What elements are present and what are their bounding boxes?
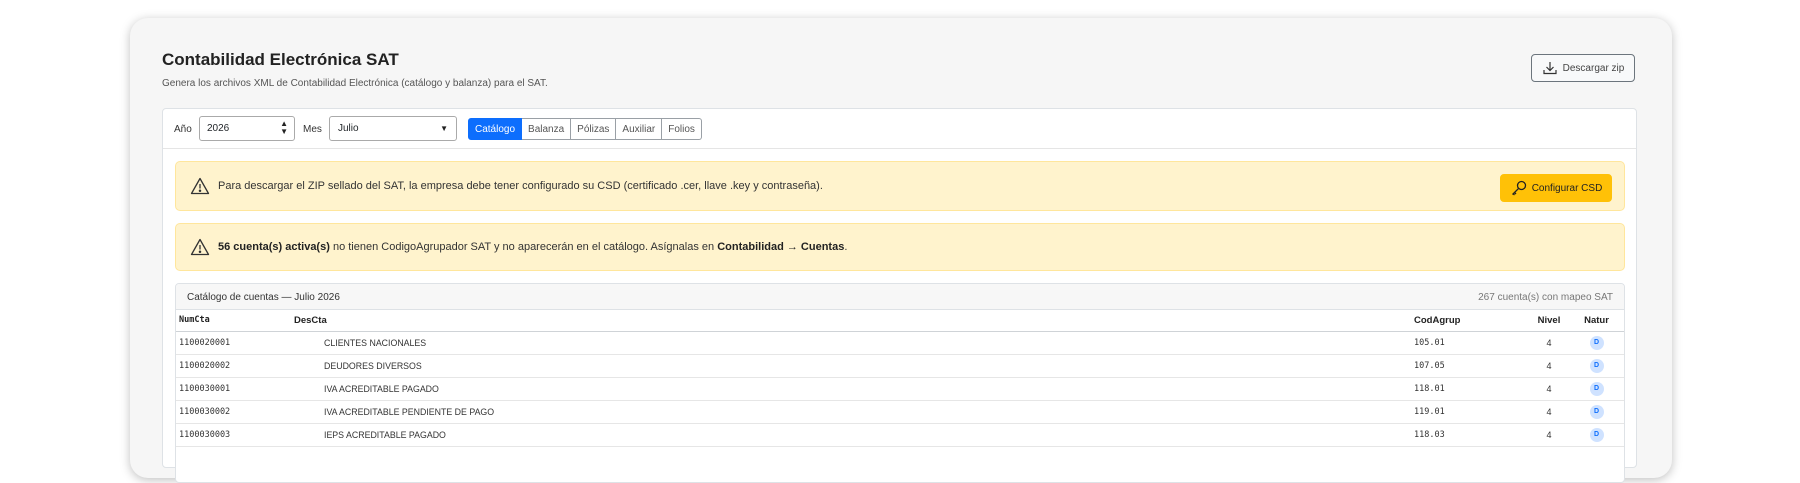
cell-nivel: 4 (1529, 400, 1569, 424)
natur-badge: D (1589, 404, 1604, 419)
cell-numcta: 1100020002 (176, 354, 294, 378)
download-zip-label: Descargar zip (1562, 62, 1625, 74)
month-value: Julio (338, 123, 359, 134)
filter-toolbar: Año 2026 ▲ ▼ Mes Julio ▼ Catálogo Balanz… (163, 109, 1636, 149)
cell-codagrup: 119.01 (1414, 400, 1529, 424)
cell-natur: D (1569, 331, 1624, 355)
accounts-warning-alert: 56 cuenta(s) activa(s) no tienen CodigoA… (175, 223, 1625, 271)
download-zip-button[interactable]: Descargar zip (1531, 54, 1635, 82)
csd-warning-text: Para descargar el ZIP sellado del SAT, l… (218, 180, 823, 192)
warning-icon (190, 238, 210, 256)
catalog-header: Catálogo de cuentas — Julio 2026 267 cue… (176, 284, 1624, 310)
year-value: 2026 (207, 123, 230, 134)
spin-down-icon[interactable]: ▼ (280, 128, 288, 136)
catalog-card: Catálogo de cuentas — Julio 2026 267 cue… (175, 283, 1625, 483)
tab-balanza[interactable]: Balanza (522, 118, 572, 140)
cell-nivel: 4 (1529, 423, 1569, 447)
year-input[interactable]: 2026 ▲ ▼ (199, 116, 295, 141)
cell-natur: D (1569, 423, 1624, 447)
natur-badge: D (1589, 381, 1604, 396)
cell-numcta: 1100020001 (176, 331, 294, 355)
configure-csd-label: Configurar CSD (1531, 182, 1603, 194)
cell-descta: IEPS ACREDITABLE PAGADO (294, 423, 1414, 447)
accounts-end: . (844, 241, 848, 253)
table-row[interactable]: 1100030002 IVA ACREDITABLE PENDIENTE DE … (176, 400, 1624, 424)
accounts-path: Contabilidad → Cuentas (717, 241, 845, 253)
col-codagrup[interactable]: CodAgrup (1414, 310, 1529, 332)
col-nivel[interactable]: Nivel (1529, 310, 1569, 332)
cell-natur: D (1569, 354, 1624, 378)
cell-codagrup: 118.01 (1414, 377, 1529, 401)
cell-numcta: 1100030001 (176, 377, 294, 401)
year-spinner[interactable]: ▲ ▼ (280, 120, 288, 136)
cell-codagrup: 107.05 (1414, 354, 1529, 378)
cell-codagrup: 105.01 (1414, 331, 1529, 355)
table-row[interactable]: 1100020001 CLIENTES NACIONALES 105.01 4 … (176, 331, 1624, 355)
cell-numcta: 1100030003 (176, 423, 294, 447)
tab-catalogo[interactable]: Catálogo (468, 118, 523, 140)
cell-nivel: 4 (1529, 377, 1569, 401)
cell-descta: IVA ACREDITABLE PENDIENTE DE PAGO (294, 400, 1414, 424)
chevron-down-icon: ▼ (440, 124, 448, 133)
key-icon (1511, 180, 1526, 196)
catalog-table: NumCta DesCta CodAgrup Nivel Natur 11000… (176, 310, 1624, 447)
cell-descta: DEUDORES DIVERSOS (294, 354, 1414, 378)
cell-descta: CLIENTES NACIONALES (294, 331, 1414, 355)
tab-folios[interactable]: Folios (662, 118, 702, 140)
col-natur[interactable]: Natur (1569, 310, 1624, 332)
accounts-message: no tienen CodigoAgrupador SAT y no apare… (329, 241, 718, 253)
cell-natur: D (1569, 377, 1624, 401)
cell-natur: D (1569, 400, 1624, 424)
month-label: Mes (303, 124, 322, 135)
page-title: Contabilidad Electrónica SAT (162, 50, 399, 69)
catalog-count: 267 cuenta(s) con mapeo SAT (1478, 292, 1613, 303)
accounts-count: 56 cuenta(s) activa(s) (218, 241, 330, 253)
cell-nivel: 4 (1529, 354, 1569, 378)
warning-icon (190, 177, 210, 195)
table-row[interactable]: 1100030003 IEPS ACREDITABLE PAGADO 118.0… (176, 423, 1624, 447)
year-label: Año (174, 124, 192, 135)
accounts-warning-text: 56 cuenta(s) activa(s) no tienen CodigoA… (218, 241, 847, 253)
cell-nivel: 4 (1529, 331, 1569, 355)
cell-codagrup: 118.03 (1414, 423, 1529, 447)
tab-polizas[interactable]: Pólizas (571, 118, 617, 140)
table-row[interactable]: 1100020002 DEUDORES DIVERSOS 107.05 4 D (176, 354, 1624, 378)
tab-auxiliar[interactable]: Auxiliar (616, 118, 663, 140)
download-icon (1543, 62, 1557, 75)
col-numcta[interactable]: NumCta (176, 310, 294, 332)
catalog-title: Catálogo de cuentas — Julio 2026 (187, 292, 340, 303)
csd-warning-alert: Para descargar el ZIP sellado del SAT, l… (175, 161, 1625, 211)
col-descta[interactable]: DesCta (294, 310, 1414, 332)
table-row[interactable]: 1100030001 IVA ACREDITABLE PAGADO 118.01… (176, 377, 1624, 401)
configure-csd-button[interactable]: Configurar CSD (1500, 174, 1612, 202)
cell-numcta: 1100030002 (176, 400, 294, 424)
natur-badge: D (1589, 335, 1604, 350)
month-select[interactable]: Julio ▼ (329, 116, 457, 141)
report-tabs: Catálogo Balanza Pólizas Auxiliar Folios (468, 118, 702, 140)
natur-badge: D (1589, 358, 1604, 373)
main-card: Año 2026 ▲ ▼ Mes Julio ▼ Catálogo Balanz… (162, 108, 1637, 483)
cell-descta: IVA ACREDITABLE PAGADO (294, 377, 1414, 401)
natur-badge: D (1589, 427, 1604, 442)
table-header-row: NumCta DesCta CodAgrup Nivel Natur (176, 310, 1624, 332)
page-subtitle: Genera los archivos XML de Contabilidad … (162, 78, 548, 89)
